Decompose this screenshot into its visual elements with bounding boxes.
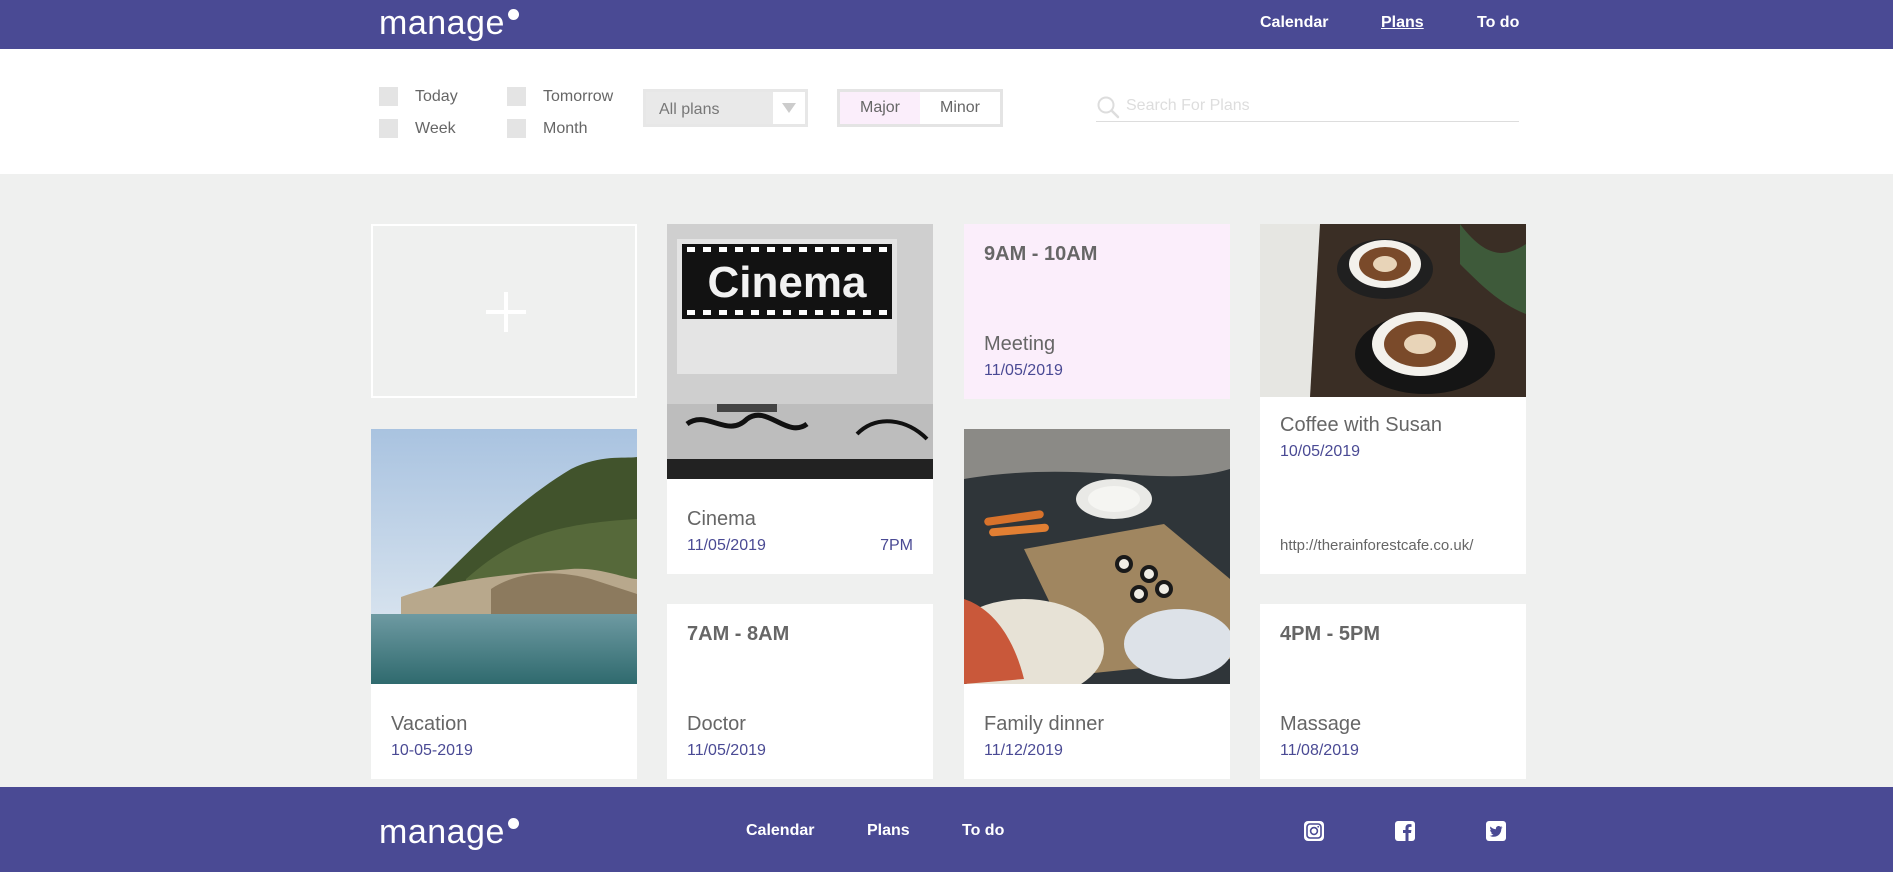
cinema-sign-photo: Cinema	[667, 224, 933, 479]
filter-tomorrow-checkbox[interactable]: Tomorrow	[507, 87, 613, 106]
search-bar	[1096, 91, 1519, 122]
cinema-sign-text: Cinema	[708, 258, 867, 307]
plan-card-meeting[interactable]: 9AM - 10AM Meeting 11/05/2019	[964, 224, 1230, 399]
card-date: 10-05-2019	[391, 742, 473, 759]
card-date: 11/12/2019	[984, 742, 1063, 759]
card-date: 10/05/2019	[1280, 443, 1361, 460]
sea-cliff-photo	[371, 429, 637, 684]
footer-nav-plans[interactable]: Plans	[867, 822, 910, 840]
card-link[interactable]: http://therainforestcafe.co.uk/	[1280, 537, 1473, 554]
filter-tomorrow-label: Tomorrow	[543, 87, 614, 105]
filter-week-label: Week	[415, 119, 456, 137]
checkbox-box[interactable]	[507, 87, 526, 106]
nav-plans[interactable]: Plans	[1381, 14, 1424, 32]
checkbox-box[interactable]	[379, 119, 398, 138]
facebook-icon[interactable]	[1394, 820, 1416, 842]
dinner-table-photo	[964, 429, 1230, 684]
filter-month-label: Month	[543, 119, 588, 137]
footer-logo-text: manage	[379, 813, 505, 851]
card-time-range: 4PM - 5PM	[1280, 623, 1381, 645]
card-time-range: 9AM - 10AM	[984, 243, 1098, 265]
coffee-cups-photo	[1260, 224, 1526, 397]
filter-month-checkbox[interactable]: Month	[507, 119, 587, 138]
nav-calendar[interactable]: Calendar	[1260, 14, 1328, 32]
header-logo[interactable]: manage	[379, 6, 519, 40]
card-title: Family dinner	[984, 713, 1105, 735]
logo-dot	[507, 9, 519, 20]
card-date: 11/05/2019	[984, 362, 1063, 379]
filter-today-checkbox[interactable]: Today	[379, 87, 458, 106]
plus-icon-vertical	[504, 292, 508, 332]
toggle-major[interactable]: Major	[840, 92, 920, 124]
plan-card-cinema[interactable]: Cinema Cinema 11/05/2019 7PM	[667, 224, 933, 574]
add-plan-card[interactable]	[371, 224, 637, 398]
card-title: Vacation	[391, 713, 468, 735]
card-title: Coffee with Susan	[1280, 414, 1442, 436]
search-input[interactable]	[1126, 95, 1516, 117]
card-time-range: 7AM - 8AM	[687, 623, 790, 645]
filter-week-checkbox[interactable]: Week	[379, 119, 456, 138]
search-icon	[1097, 96, 1120, 119]
filter-today-label: Today	[415, 87, 458, 105]
card-date: 11/05/2019	[687, 537, 766, 554]
card-title: Doctor	[687, 713, 746, 735]
cinema-wall-illustration: Cinema	[667, 224, 933, 479]
footer: manage Calendar Plans To do	[0, 787, 1893, 872]
footer-logo[interactable]: manage	[379, 815, 519, 849]
top-header: manage Calendar Plans To do	[0, 0, 1893, 49]
twitter-icon[interactable]	[1485, 820, 1507, 842]
checkbox-box[interactable]	[507, 119, 526, 138]
toggle-minor[interactable]: Minor	[920, 92, 1000, 124]
card-date: 11/08/2019	[1280, 742, 1359, 759]
card-title: Massage	[1280, 713, 1362, 735]
plan-card-family-dinner[interactable]: Family dinner 11/12/2019	[964, 429, 1230, 779]
select-arrow[interactable]	[773, 92, 805, 124]
card-title: Cinema	[687, 508, 756, 530]
filter-bar: Today Week Tomorrow Month All plans Majo…	[0, 49, 1893, 174]
plans-select-value: All plans	[659, 101, 720, 118]
plan-card-massage[interactable]: 4PM - 5PM Massage 11/08/2019	[1260, 604, 1526, 779]
plans-select[interactable]: All plans	[643, 89, 808, 127]
priority-toggle: Major Minor	[837, 89, 1003, 127]
instagram-icon[interactable]	[1303, 820, 1325, 842]
header-logo-text: manage	[379, 4, 505, 42]
card-title: Meeting	[984, 333, 1056, 355]
plan-card-coffee[interactable]: Coffee with Susan 10/05/2019 http://ther…	[1260, 224, 1526, 574]
card-date: 11/05/2019	[687, 742, 766, 759]
footer-nav-calendar[interactable]: Calendar	[746, 822, 814, 840]
footer-nav-todo[interactable]: To do	[962, 822, 1004, 840]
logo-dot	[507, 818, 519, 829]
card-time: 7PM	[880, 537, 913, 554]
checkbox-box[interactable]	[379, 87, 398, 106]
plan-card-vacation[interactable]: Vacation 10-05-2019	[371, 429, 637, 779]
nav-todo[interactable]: To do	[1477, 14, 1519, 32]
plan-card-doctor[interactable]: 7AM - 8AM Doctor 11/05/2019	[667, 604, 933, 779]
chevron-down-icon	[782, 103, 796, 113]
